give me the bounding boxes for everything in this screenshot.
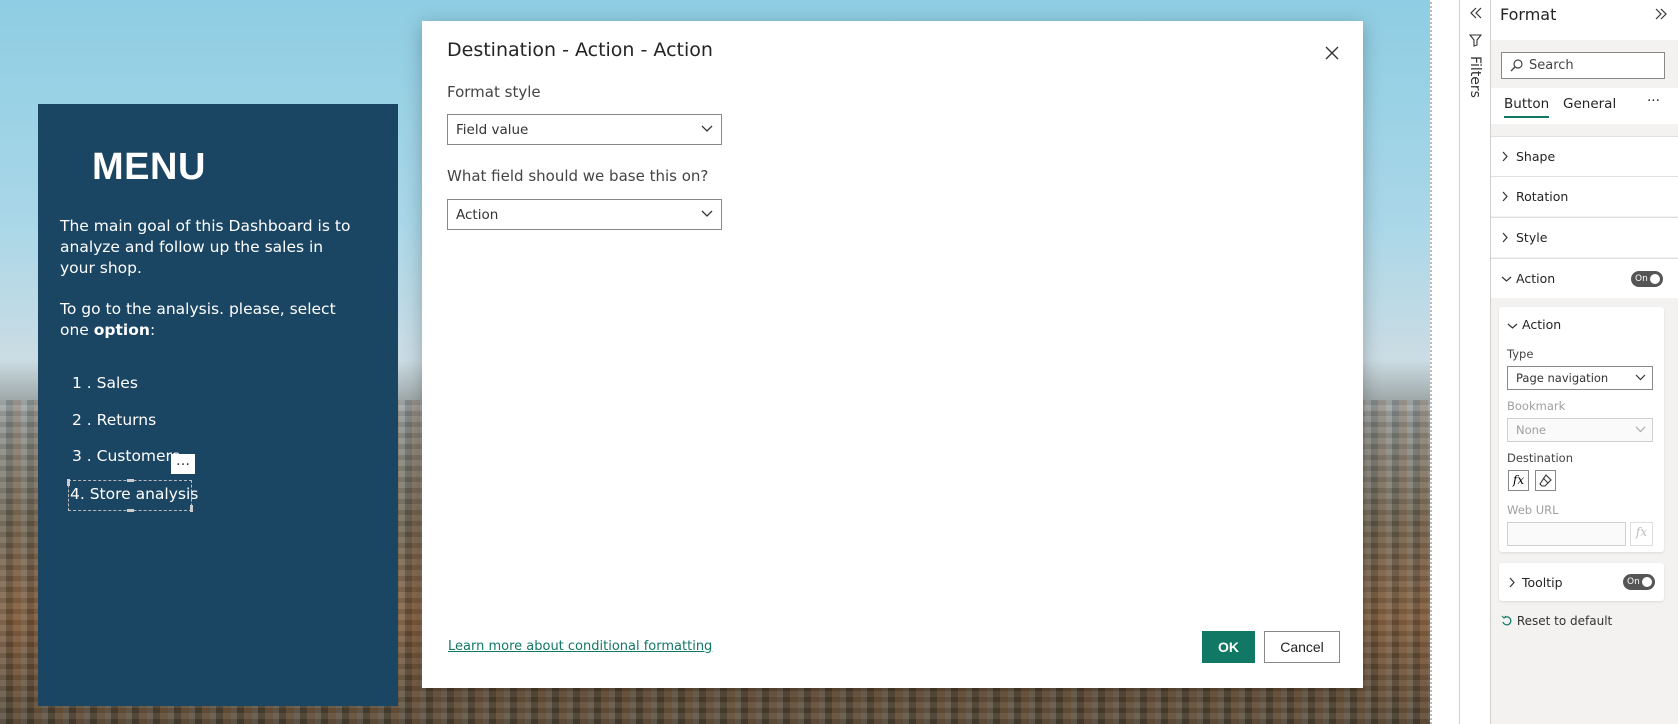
dialog-title: Destination - Action - Action xyxy=(447,39,713,61)
expand-icon[interactable] xyxy=(1654,7,1668,21)
learn-more-link[interactable]: Learn more about conditional formatting xyxy=(448,639,712,654)
menu-item-store-analysis[interactable]: 4. Store analysis xyxy=(70,485,198,503)
web-url-input xyxy=(1507,522,1626,546)
menu-panel: MENU The main goal of this Dashboard is … xyxy=(38,104,398,706)
action-toggle[interactable]: On xyxy=(1631,271,1663,287)
search-input[interactable]: Search xyxy=(1501,52,1665,79)
section-label: Style xyxy=(1516,230,1548,245)
chevron-right-icon xyxy=(1509,577,1515,588)
chevron-right-icon xyxy=(1502,191,1508,202)
type-dropdown[interactable]: Page navigation xyxy=(1507,366,1653,390)
field-label: What field should we base this on? xyxy=(447,167,709,185)
web-url-label: Web URL xyxy=(1507,503,1559,517)
more-options-button[interactable]: … xyxy=(171,454,195,474)
tooltip-card[interactable]: Tooltip On xyxy=(1499,563,1664,601)
filter-icon xyxy=(1469,34,1482,47)
chevron-down-icon xyxy=(1501,276,1512,282)
more-options-icon[interactable]: ··· xyxy=(1647,93,1660,109)
field-dropdown[interactable]: Action xyxy=(447,199,722,230)
chevron-right-icon xyxy=(1502,232,1508,243)
bookmark-label: Bookmark xyxy=(1507,399,1566,413)
close-icon[interactable] xyxy=(1322,43,1342,63)
section-style[interactable]: Style xyxy=(1491,217,1678,257)
search-placeholder: Search xyxy=(1529,58,1574,73)
chevron-down-icon xyxy=(701,125,713,132)
filters-label: Filters xyxy=(1467,56,1483,98)
resize-handle[interactable] xyxy=(127,479,134,482)
destination-label: Destination xyxy=(1507,451,1573,465)
resize-handle[interactable] xyxy=(190,505,193,512)
menu-item-returns[interactable]: 2 . Returns xyxy=(72,411,156,429)
bookmark-value: None xyxy=(1516,423,1547,437)
chevron-down-icon[interactable] xyxy=(1507,322,1518,330)
action-card: Action Type Page navigation Bookmark Non… xyxy=(1499,307,1664,552)
format-style-dropdown[interactable]: Field value xyxy=(447,114,722,145)
collapse-icon[interactable] xyxy=(1469,6,1483,20)
menu-item-sales[interactable]: 1 . Sales xyxy=(72,374,138,392)
section-label: Rotation xyxy=(1516,189,1569,204)
section-action[interactable]: Action On xyxy=(1491,258,1678,298)
conditional-format-dialog: Destination - Action - Action Format sty… xyxy=(422,21,1363,688)
reset-label: Reset to default xyxy=(1516,614,1613,628)
filters-pane[interactable]: Filters xyxy=(1459,0,1491,724)
search-icon xyxy=(1510,59,1523,72)
tab-button[interactable]: Button xyxy=(1504,96,1550,118)
menu-paragraph-goal: The main goal of this Dashboard is to an… xyxy=(60,217,351,277)
web-url-fx-button: fx xyxy=(1630,522,1653,546)
format-header: Format xyxy=(1491,0,1678,40)
menu-description: The main goal of this Dashboard is to an… xyxy=(60,216,360,361)
chevron-down-icon xyxy=(701,210,713,217)
menu-paragraph-instruction: To go to the analysis. please, select on… xyxy=(60,300,336,339)
format-style-label: Format style xyxy=(447,83,541,101)
action-card-header: Action xyxy=(1522,317,1562,332)
reset-icon xyxy=(1501,615,1512,626)
eraser-icon[interactable] xyxy=(1535,470,1556,491)
section-label: Action xyxy=(1516,271,1556,286)
section-shape[interactable]: Shape xyxy=(1491,136,1678,176)
bookmark-dropdown: None xyxy=(1507,418,1653,442)
ok-button[interactable]: OK xyxy=(1202,631,1255,663)
format-pane: Format Search Button General ··· Shape R… xyxy=(1491,0,1678,724)
menu-title: MENU xyxy=(92,146,206,188)
section-label: Shape xyxy=(1516,149,1556,164)
type-value: Page navigation xyxy=(1516,371,1609,385)
chevron-down-icon xyxy=(1635,426,1646,433)
format-style-value: Field value xyxy=(456,122,529,138)
menu-item-customers[interactable]: 3 . Customers xyxy=(72,447,180,465)
format-tabs: Button General ··· xyxy=(1491,88,1678,124)
format-title: Format xyxy=(1500,5,1557,24)
chevron-right-icon xyxy=(1502,151,1508,162)
fx-button[interactable]: fx xyxy=(1508,470,1529,491)
resize-handle[interactable] xyxy=(127,509,134,512)
tooltip-toggle[interactable]: On xyxy=(1623,574,1655,590)
field-value: Action xyxy=(456,207,499,223)
canvas-edge xyxy=(1430,0,1432,724)
cancel-button[interactable]: Cancel xyxy=(1264,631,1340,663)
reset-to-default-button[interactable]: Reset to default xyxy=(1501,614,1612,628)
section-rotation[interactable]: Rotation xyxy=(1491,176,1678,216)
type-label: Type xyxy=(1507,347,1534,361)
chevron-down-icon xyxy=(1635,374,1646,381)
tooltip-label: Tooltip xyxy=(1522,575,1563,590)
tab-general[interactable]: General xyxy=(1563,96,1616,112)
